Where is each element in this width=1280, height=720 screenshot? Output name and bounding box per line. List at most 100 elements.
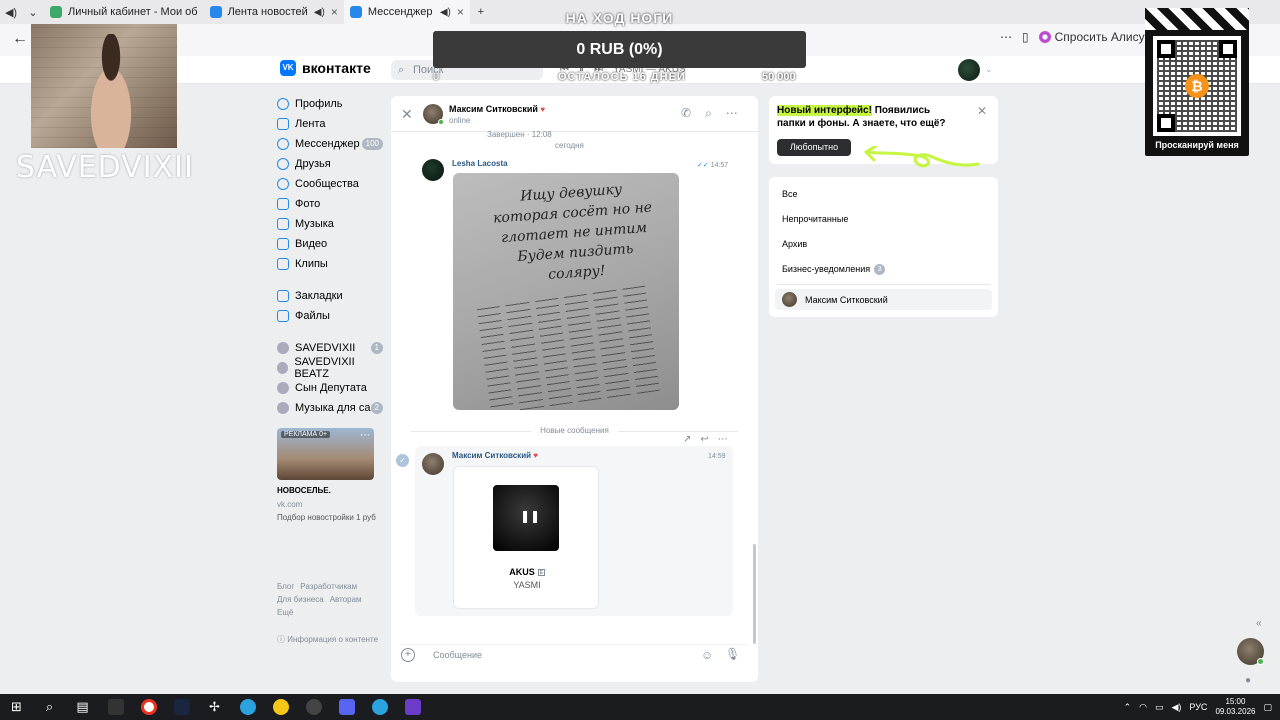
folder-archive[interactable]: Архив xyxy=(782,239,807,249)
pause-icon[interactable]: ❚❚ xyxy=(520,509,540,523)
sidebar-item-clips[interactable]: Клипы xyxy=(277,254,387,274)
microphone-icon[interactable]: 🎙 xyxy=(725,647,740,661)
double-chevron-icon[interactable]: « xyxy=(1256,618,1262,629)
search-icon[interactable]: ⌕ xyxy=(705,106,712,121)
footer-link[interactable]: Для бизнеса xyxy=(277,595,324,604)
footer-link[interactable]: Блог xyxy=(277,582,294,591)
content-info-link[interactable]: ⓘ Информация о контенте xyxy=(277,634,378,645)
windows-start-icon[interactable]: ⊞ xyxy=(0,694,33,720)
message-avatar[interactable] xyxy=(422,159,444,181)
close-icon[interactable]: ✕ xyxy=(977,104,987,118)
obs-icon[interactable] xyxy=(297,694,330,720)
sidebar-item-photo[interactable]: Фото xyxy=(277,194,387,214)
folder-business[interactable]: Бизнес-уведомления 3 xyxy=(782,264,886,276)
tabs-dropdown-icon[interactable]: ⌄ xyxy=(22,6,44,19)
message-photo[interactable]: Ищу девушку которая сосёт но не глотает … xyxy=(453,173,679,410)
app-dark-icon[interactable] xyxy=(165,694,198,720)
chat-bubble-icon[interactable]: ● xyxy=(1245,675,1251,686)
sidebar-group[interactable]: Сын Депутата xyxy=(277,378,387,398)
message-avatar[interactable] xyxy=(422,453,444,475)
message-composer[interactable]: + Сообщение ☺ 🎙 xyxy=(401,644,748,670)
sidebar-item-bookmarks[interactable]: Закладки xyxy=(277,286,387,306)
call-icon[interactable]: ✆ xyxy=(681,106,691,121)
divider xyxy=(777,284,990,285)
mini-chat-avatar[interactable] xyxy=(1237,638,1264,665)
audio-attachment[interactable]: ❚❚ AKUS E YASMI xyxy=(453,466,599,609)
yandex-browser-icon[interactable] xyxy=(132,694,165,720)
sidebar-item-profile[interactable]: Профиль xyxy=(277,94,387,114)
webcam-overlay xyxy=(31,24,177,148)
app-pinwheel-icon[interactable]: ✢ xyxy=(198,694,231,720)
clock[interactable]: 15:00 09.03.2026 xyxy=(1215,697,1255,717)
message-author[interactable]: Lesha Lacosta xyxy=(452,159,508,168)
speaker-icon[interactable]: ◀) xyxy=(0,6,22,19)
chat-avatar[interactable] xyxy=(423,104,444,125)
vk-logo[interactable]: VK вконтакте xyxy=(280,60,371,76)
tab-cabinet[interactable]: Личный кабинет - Мои об xyxy=(44,0,204,24)
forward-icon[interactable]: ↗ xyxy=(683,434,691,445)
search-icon[interactable]: ⌕ xyxy=(33,694,66,720)
more-icon[interactable]: ⋯ xyxy=(726,106,738,121)
tab-audio-icon[interactable]: ◀) xyxy=(314,7,325,18)
tab-close-icon[interactable]: × xyxy=(331,5,338,19)
folder-contact[interactable]: Максим Ситковский xyxy=(775,289,992,310)
footer-link[interactable]: Авторам xyxy=(330,595,362,604)
notifications-icon[interactable]: ▢ xyxy=(1263,702,1272,713)
sidebar-item-video[interactable]: Видео xyxy=(277,234,387,254)
sidebar-item-files[interactable]: Файлы xyxy=(277,306,387,326)
more-icon[interactable]: ⋯ xyxy=(1000,30,1012,44)
bookmark-icon[interactable]: ▯ xyxy=(1022,30,1029,44)
folder-unread[interactable]: Непрочитанные xyxy=(782,214,848,224)
ad-card[interactable]: РЕКЛАМА 0+ ⋯ НОВОСЕЛЬЕ. vk.com Подбор но… xyxy=(277,428,387,523)
app-yellow-icon[interactable] xyxy=(264,694,297,720)
message-tools: ↗ ↩ ⋯ xyxy=(683,434,728,445)
sidebar-group[interactable]: SAVEDVIXII BEATZ xyxy=(277,356,387,380)
goal-progress-text: 0 RUB (0%) xyxy=(576,41,663,58)
emoji-icon[interactable]: ☺ xyxy=(701,648,713,662)
chat-title[interactable]: Максим Ситковский ♥ xyxy=(449,104,545,114)
telegram-icon[interactable] xyxy=(231,694,264,720)
discord-icon[interactable] xyxy=(330,694,363,720)
task-view-icon[interactable]: ▤ xyxy=(66,694,99,720)
tab-feed[interactable]: Лента новостей ◀) × xyxy=(204,0,344,24)
clapper-icon xyxy=(1145,8,1249,30)
sidebar-item-label: Клипы xyxy=(295,258,328,270)
chevron-down-icon[interactable]: ⌄ xyxy=(985,64,993,75)
back-arrow-icon[interactable]: ← xyxy=(12,30,28,48)
terminal-icon[interactable] xyxy=(99,694,132,720)
user-avatar[interactable] xyxy=(958,59,980,81)
alice-button[interactable]: Спросить Алису А xyxy=(1038,30,1156,44)
wifi-icon[interactable]: ◠ xyxy=(1139,702,1147,713)
sidebar-item-feed[interactable]: Лента xyxy=(277,114,387,134)
chat-scrollbar[interactable] xyxy=(753,544,756,644)
app-purple-icon[interactable] xyxy=(396,694,429,720)
message-author[interactable]: Максим Ситковский ♥ xyxy=(452,451,538,460)
footer-link[interactable]: Ещё xyxy=(277,608,293,617)
sidebar-item-messenger[interactable]: Мессенджер 100 xyxy=(277,134,387,154)
vk-logo-text: вконтакте xyxy=(302,60,371,76)
curious-button[interactable]: Любопытно xyxy=(777,139,851,156)
folder-all[interactable]: Все xyxy=(782,189,798,199)
footer-link[interactable]: Разработчикам xyxy=(300,582,357,591)
track-cover[interactable]: ❚❚ xyxy=(493,485,559,551)
more-icon[interactable]: ⋯ xyxy=(718,434,728,445)
track-artist[interactable]: YASMI xyxy=(454,580,600,590)
sidebar-item-communities[interactable]: Сообщества xyxy=(277,174,387,194)
sidebar-item-music[interactable]: Музыка xyxy=(277,214,387,234)
message-time-text: 14:57 xyxy=(710,162,729,169)
more-icon[interactable]: ⋯ xyxy=(360,430,370,441)
close-icon[interactable]: ✕ xyxy=(401,106,413,123)
network-icon[interactable]: ▭ xyxy=(1155,702,1164,713)
attach-plus-icon[interactable]: + xyxy=(401,648,415,662)
sidebar-item-friends[interactable]: Друзья xyxy=(277,154,387,174)
telegram-icon[interactable] xyxy=(363,694,396,720)
reply-icon[interactable]: ↩ xyxy=(700,434,708,445)
heart-icon: ♥ xyxy=(533,451,539,460)
tray-expand-icon[interactable]: ⌃ xyxy=(1124,702,1132,713)
select-check-icon[interactable]: ✓ xyxy=(396,454,409,467)
message-input[interactable]: Сообщение xyxy=(433,650,482,660)
language-indicator[interactable]: РУС xyxy=(1189,702,1207,712)
volume-icon[interactable]: ◀) xyxy=(1171,702,1181,713)
sidebar-group[interactable]: SAVEDVIXII 1 xyxy=(277,338,387,358)
sidebar-group[interactable]: Музыка для са... 2 xyxy=(277,398,387,418)
